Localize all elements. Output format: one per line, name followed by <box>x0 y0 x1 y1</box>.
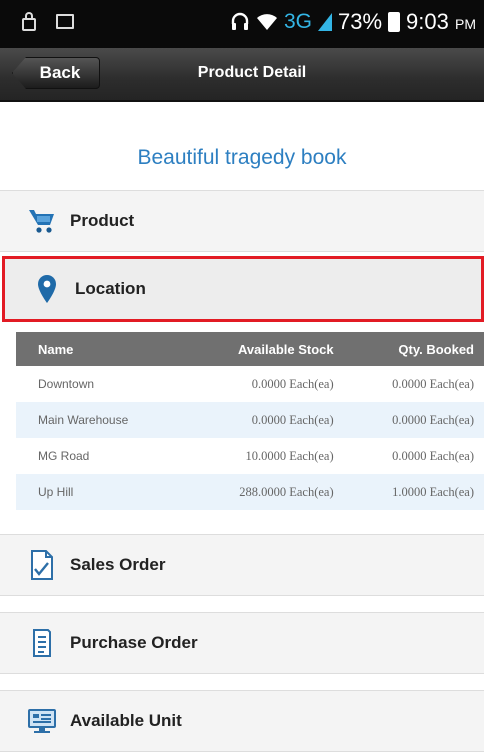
cell-name: Downtown <box>16 366 185 402</box>
table-row: Up Hill 288.0000 Each(ea) 1.0000 Each(ea… <box>16 474 484 510</box>
cell-qty-booked: 0.0000 Each(ea) <box>343 402 484 438</box>
clock-time: 9:03 <box>406 9 449 34</box>
image-notification-icon <box>56 14 74 29</box>
section-available-unit-label: Available Unit <box>70 711 182 730</box>
clipboard-list-icon <box>28 628 56 658</box>
cell-available-stock: 288.0000 Each(ea) <box>184 474 344 510</box>
battery-percent: 73% <box>338 9 383 34</box>
section-sales-order-label: Sales Order <box>70 555 166 574</box>
column-header-available-stock: Available Stock <box>184 332 344 366</box>
cell-qty-booked: 0.0000 Each(ea) <box>343 366 484 402</box>
cart-icon <box>28 206 56 236</box>
column-header-name: Name <box>16 332 185 366</box>
signal-icon <box>318 13 332 31</box>
cell-available-stock: 0.0000 Each(ea) <box>184 366 344 402</box>
section-location[interactable]: Location <box>2 256 484 322</box>
cell-available-stock: 0.0000 Each(ea) <box>184 402 344 438</box>
product-detail-content: Beautiful tragedy book Product Location … <box>0 102 484 755</box>
table-row: Downtown 0.0000 Each(ea) 0.0000 Each(ea) <box>16 366 484 402</box>
cell-name: Main Warehouse <box>16 402 185 438</box>
status-bar: 3G 73% 9:03 PM <box>0 0 484 48</box>
column-header-qty-booked: Qty. Booked <box>343 332 484 366</box>
wifi-icon <box>256 14 277 30</box>
section-purchase-order-label: Purchase Order <box>70 633 198 652</box>
cell-name: MG Road <box>16 438 185 474</box>
network-type: 3G <box>283 10 312 33</box>
clock-ampm: PM <box>455 16 476 32</box>
table-header-row: Name Available Stock Qty. Booked <box>16 332 484 366</box>
section-location-label: Location <box>75 279 146 298</box>
headset-icon <box>231 12 249 30</box>
battery-icon <box>388 12 401 32</box>
section-available-unit[interactable]: Available Unit <box>0 690 484 752</box>
cell-qty-booked: 0.0000 Each(ea) <box>343 438 484 474</box>
table-row: Main Warehouse 0.0000 Each(ea) 0.0000 Ea… <box>16 402 484 438</box>
section-product-label: Product <box>70 211 135 230</box>
location-stock-table: Name Available Stock Qty. Booked Downtow… <box>16 332 484 510</box>
document-check-icon <box>28 550 56 580</box>
page-title: Product Detail <box>197 64 307 81</box>
map-pin-icon <box>33 274 61 304</box>
section-purchase-order[interactable]: Purchase Order <box>0 612 484 674</box>
product-name: Beautiful tragedy book <box>137 146 347 169</box>
lock-icon <box>22 12 36 31</box>
section-product[interactable]: Product <box>0 190 484 252</box>
action-bar: Back Product Detail <box>0 48 484 102</box>
monitor-icon <box>28 706 56 736</box>
cell-qty-booked: 1.0000 Each(ea) <box>343 474 484 510</box>
clock: 9:03 PM <box>406 9 476 35</box>
cell-name: Up Hill <box>16 474 185 510</box>
cell-available-stock: 10.0000 Each(ea) <box>184 438 344 474</box>
table-row: MG Road 10.0000 Each(ea) 0.0000 Each(ea) <box>16 438 484 474</box>
section-sales-order[interactable]: Sales Order <box>0 534 484 596</box>
